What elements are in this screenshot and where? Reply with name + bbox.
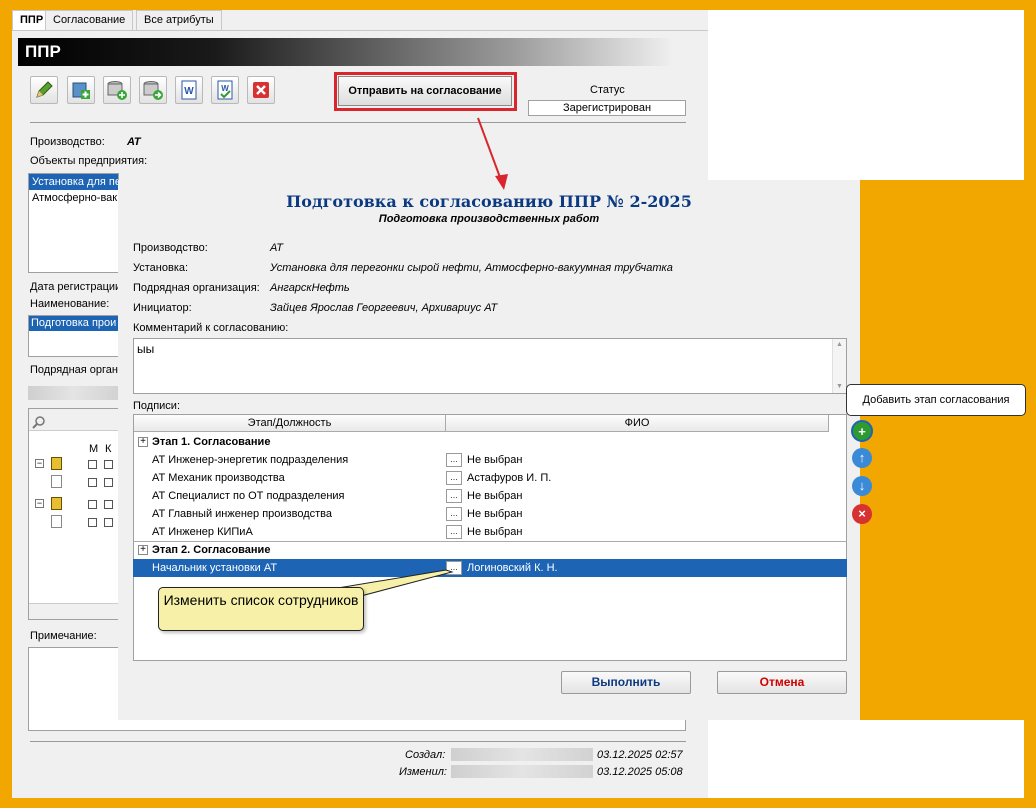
callout-change-employees: Изменить список сотрудников bbox=[158, 587, 364, 631]
add-stage-tooltip: Добавить этап согласования bbox=[846, 384, 1026, 416]
